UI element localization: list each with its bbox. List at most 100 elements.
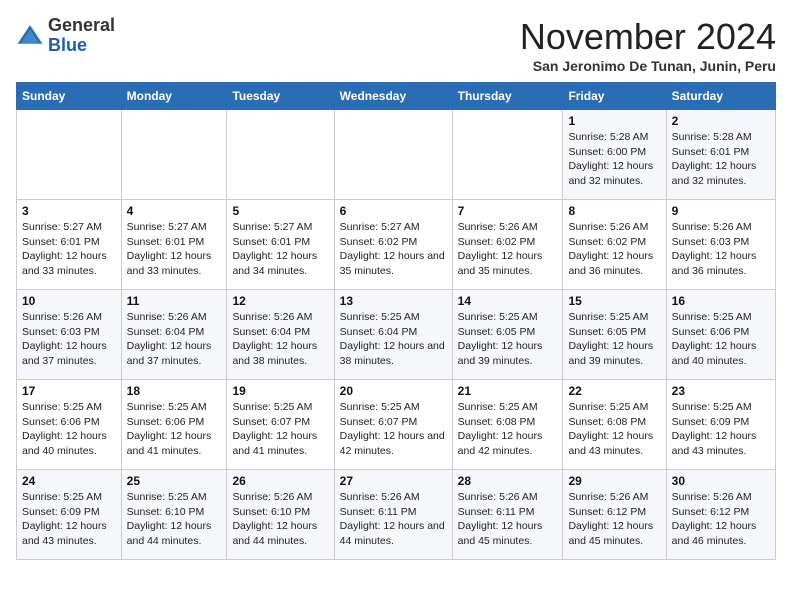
logo-icon xyxy=(16,22,44,50)
calendar-cell: 19 Sunrise: 5:25 AM Sunset: 6:07 PM Dayl… xyxy=(227,380,334,470)
calendar-cell xyxy=(121,110,227,200)
day-number: 16 xyxy=(672,294,770,308)
weekday-header-wednesday: Wednesday xyxy=(334,83,452,110)
calendar-cell: 15 Sunrise: 5:25 AM Sunset: 6:05 PM Dayl… xyxy=(563,290,666,380)
day-info: Sunrise: 5:25 AM Sunset: 6:07 PM Dayligh… xyxy=(340,400,447,459)
day-number: 14 xyxy=(458,294,558,308)
calendar-cell: 27 Sunrise: 5:26 AM Sunset: 6:11 PM Dayl… xyxy=(334,470,452,560)
day-info: Sunrise: 5:26 AM Sunset: 6:04 PM Dayligh… xyxy=(232,310,328,369)
day-info: Sunrise: 5:27 AM Sunset: 6:01 PM Dayligh… xyxy=(232,220,328,279)
day-info: Sunrise: 5:26 AM Sunset: 6:11 PM Dayligh… xyxy=(458,490,558,549)
calendar-cell: 9 Sunrise: 5:26 AM Sunset: 6:03 PM Dayli… xyxy=(666,200,775,290)
day-info: Sunrise: 5:25 AM Sunset: 6:06 PM Dayligh… xyxy=(22,400,116,459)
calendar-cell: 16 Sunrise: 5:25 AM Sunset: 6:06 PM Dayl… xyxy=(666,290,775,380)
day-number: 26 xyxy=(232,474,328,488)
calendar-cell: 2 Sunrise: 5:28 AM Sunset: 6:01 PM Dayli… xyxy=(666,110,775,200)
day-info: Sunrise: 5:25 AM Sunset: 6:08 PM Dayligh… xyxy=(568,400,660,459)
calendar-cell: 22 Sunrise: 5:25 AM Sunset: 6:08 PM Dayl… xyxy=(563,380,666,470)
day-info: Sunrise: 5:25 AM Sunset: 6:09 PM Dayligh… xyxy=(22,490,116,549)
day-number: 23 xyxy=(672,384,770,398)
day-number: 27 xyxy=(340,474,447,488)
day-number: 29 xyxy=(568,474,660,488)
calendar-cell: 10 Sunrise: 5:26 AM Sunset: 6:03 PM Dayl… xyxy=(17,290,122,380)
day-info: Sunrise: 5:26 AM Sunset: 6:12 PM Dayligh… xyxy=(672,490,770,549)
weekday-header-tuesday: Tuesday xyxy=(227,83,334,110)
day-number: 28 xyxy=(458,474,558,488)
day-info: Sunrise: 5:28 AM Sunset: 6:01 PM Dayligh… xyxy=(672,130,770,189)
day-info: Sunrise: 5:26 AM Sunset: 6:02 PM Dayligh… xyxy=(458,220,558,279)
calendar-cell: 18 Sunrise: 5:25 AM Sunset: 6:06 PM Dayl… xyxy=(121,380,227,470)
day-number: 13 xyxy=(340,294,447,308)
calendar-week-1: 1 Sunrise: 5:28 AM Sunset: 6:00 PM Dayli… xyxy=(17,110,776,200)
day-info: Sunrise: 5:26 AM Sunset: 6:02 PM Dayligh… xyxy=(568,220,660,279)
calendar-cell: 3 Sunrise: 5:27 AM Sunset: 6:01 PM Dayli… xyxy=(17,200,122,290)
calendar-cell: 12 Sunrise: 5:26 AM Sunset: 6:04 PM Dayl… xyxy=(227,290,334,380)
day-number: 1 xyxy=(568,114,660,128)
month-title: November 2024 xyxy=(520,16,776,58)
day-info: Sunrise: 5:25 AM Sunset: 6:05 PM Dayligh… xyxy=(458,310,558,369)
day-info: Sunrise: 5:26 AM Sunset: 6:03 PM Dayligh… xyxy=(22,310,116,369)
logo: General Blue xyxy=(16,16,115,56)
calendar-week-3: 10 Sunrise: 5:26 AM Sunset: 6:03 PM Dayl… xyxy=(17,290,776,380)
day-number: 6 xyxy=(340,204,447,218)
day-info: Sunrise: 5:25 AM Sunset: 6:06 PM Dayligh… xyxy=(127,400,222,459)
calendar-week-5: 24 Sunrise: 5:25 AM Sunset: 6:09 PM Dayl… xyxy=(17,470,776,560)
day-number: 2 xyxy=(672,114,770,128)
calendar-week-4: 17 Sunrise: 5:25 AM Sunset: 6:06 PM Dayl… xyxy=(17,380,776,470)
calendar-cell: 24 Sunrise: 5:25 AM Sunset: 6:09 PM Dayl… xyxy=(17,470,122,560)
day-number: 7 xyxy=(458,204,558,218)
calendar-cell: 13 Sunrise: 5:25 AM Sunset: 6:04 PM Dayl… xyxy=(334,290,452,380)
weekday-header-friday: Friday xyxy=(563,83,666,110)
day-number: 15 xyxy=(568,294,660,308)
weekday-header-saturday: Saturday xyxy=(666,83,775,110)
calendar-cell: 6 Sunrise: 5:27 AM Sunset: 6:02 PM Dayli… xyxy=(334,200,452,290)
day-number: 19 xyxy=(232,384,328,398)
day-info: Sunrise: 5:25 AM Sunset: 6:07 PM Dayligh… xyxy=(232,400,328,459)
day-number: 10 xyxy=(22,294,116,308)
day-number: 11 xyxy=(127,294,222,308)
calendar-cell xyxy=(227,110,334,200)
calendar-cell xyxy=(17,110,122,200)
day-info: Sunrise: 5:26 AM Sunset: 6:03 PM Dayligh… xyxy=(672,220,770,279)
day-number: 9 xyxy=(672,204,770,218)
day-number: 5 xyxy=(232,204,328,218)
calendar-cell: 1 Sunrise: 5:28 AM Sunset: 6:00 PM Dayli… xyxy=(563,110,666,200)
day-info: Sunrise: 5:25 AM Sunset: 6:09 PM Dayligh… xyxy=(672,400,770,459)
calendar-cell: 25 Sunrise: 5:25 AM Sunset: 6:10 PM Dayl… xyxy=(121,470,227,560)
calendar-cell: 28 Sunrise: 5:26 AM Sunset: 6:11 PM Dayl… xyxy=(452,470,563,560)
logo-general: General xyxy=(48,15,115,35)
day-info: Sunrise: 5:26 AM Sunset: 6:10 PM Dayligh… xyxy=(232,490,328,549)
weekday-header-monday: Monday xyxy=(121,83,227,110)
day-info: Sunrise: 5:25 AM Sunset: 6:08 PM Dayligh… xyxy=(458,400,558,459)
day-number: 4 xyxy=(127,204,222,218)
day-info: Sunrise: 5:27 AM Sunset: 6:01 PM Dayligh… xyxy=(127,220,222,279)
weekday-header-thursday: Thursday xyxy=(452,83,563,110)
day-info: Sunrise: 5:27 AM Sunset: 6:01 PM Dayligh… xyxy=(22,220,116,279)
calendar-cell: 20 Sunrise: 5:25 AM Sunset: 6:07 PM Dayl… xyxy=(334,380,452,470)
calendar-cell: 17 Sunrise: 5:25 AM Sunset: 6:06 PM Dayl… xyxy=(17,380,122,470)
calendar-week-2: 3 Sunrise: 5:27 AM Sunset: 6:01 PM Dayli… xyxy=(17,200,776,290)
day-number: 24 xyxy=(22,474,116,488)
title-block: November 2024 San Jeronimo De Tunan, Jun… xyxy=(520,16,776,74)
day-number: 25 xyxy=(127,474,222,488)
day-number: 30 xyxy=(672,474,770,488)
day-number: 17 xyxy=(22,384,116,398)
day-info: Sunrise: 5:26 AM Sunset: 6:11 PM Dayligh… xyxy=(340,490,447,549)
calendar-cell: 11 Sunrise: 5:26 AM Sunset: 6:04 PM Dayl… xyxy=(121,290,227,380)
calendar-header-row: SundayMondayTuesdayWednesdayThursdayFrid… xyxy=(17,83,776,110)
day-info: Sunrise: 5:26 AM Sunset: 6:04 PM Dayligh… xyxy=(127,310,222,369)
calendar-cell: 7 Sunrise: 5:26 AM Sunset: 6:02 PM Dayli… xyxy=(452,200,563,290)
day-info: Sunrise: 5:26 AM Sunset: 6:12 PM Dayligh… xyxy=(568,490,660,549)
day-info: Sunrise: 5:25 AM Sunset: 6:04 PM Dayligh… xyxy=(340,310,447,369)
day-info: Sunrise: 5:28 AM Sunset: 6:00 PM Dayligh… xyxy=(568,130,660,189)
day-info: Sunrise: 5:25 AM Sunset: 6:05 PM Dayligh… xyxy=(568,310,660,369)
day-number: 21 xyxy=(458,384,558,398)
day-info: Sunrise: 5:25 AM Sunset: 6:06 PM Dayligh… xyxy=(672,310,770,369)
calendar-cell: 26 Sunrise: 5:26 AM Sunset: 6:10 PM Dayl… xyxy=(227,470,334,560)
calendar-cell: 23 Sunrise: 5:25 AM Sunset: 6:09 PM Dayl… xyxy=(666,380,775,470)
logo-text: General Blue xyxy=(48,16,115,56)
day-info: Sunrise: 5:25 AM Sunset: 6:10 PM Dayligh… xyxy=(127,490,222,549)
calendar-cell: 30 Sunrise: 5:26 AM Sunset: 6:12 PM Dayl… xyxy=(666,470,775,560)
weekday-header-sunday: Sunday xyxy=(17,83,122,110)
day-number: 20 xyxy=(340,384,447,398)
